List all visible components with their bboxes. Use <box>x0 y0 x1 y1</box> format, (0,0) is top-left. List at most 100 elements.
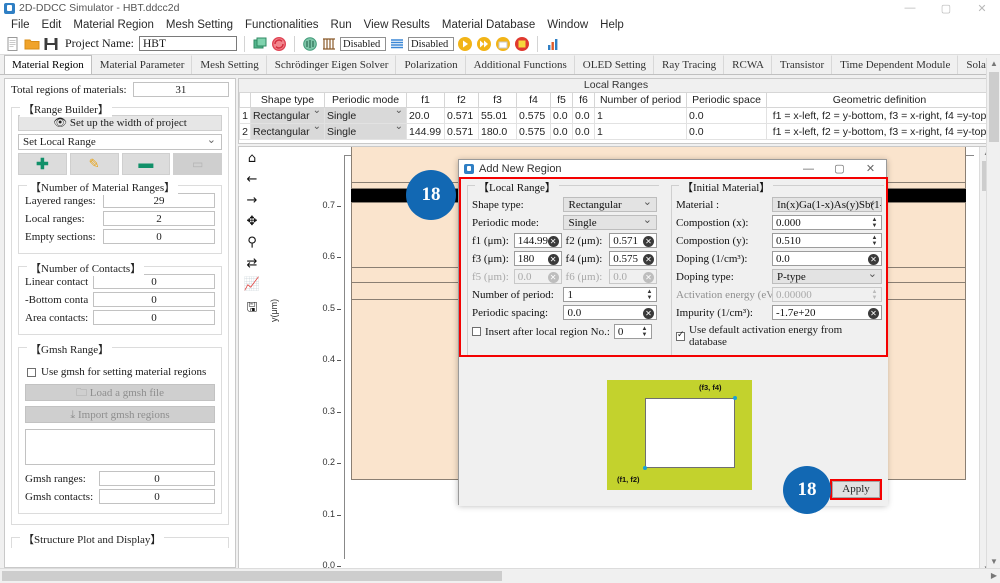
doping-input[interactable]: 0.0 ✕ <box>772 251 882 266</box>
tab-rcwa[interactable]: RCWA <box>724 55 772 74</box>
spinner-icon[interactable]: ▲ ▼ <box>869 234 880 247</box>
table-row[interactable]: 1 Rectangular Single 20.0 0.571 55.01 0.… <box>239 107 993 124</box>
number-of-period-input[interactable]: 1 ▲ ▼ <box>563 287 657 302</box>
scroll-right-icon[interactable]: ▶ <box>988 569 1000 583</box>
tab-schrodinger-eigen-solver[interactable]: Schrödinger Eigen Solver <box>267 55 397 74</box>
dialog-minimize-button[interactable]: — <box>793 160 824 177</box>
periodic-spacing-input[interactable]: 0.0 ✕ <box>563 305 657 320</box>
dialog-maximize-button[interactable]: ▢ <box>824 160 855 177</box>
tab-time-dependent-module[interactable]: Time Dependent Module <box>832 55 959 74</box>
tab-mesh-setting[interactable]: Mesh Setting <box>192 55 267 74</box>
forward-arrow-icon[interactable]: → <box>247 193 258 208</box>
insert-after-input[interactable]: 0 ▲ ▼ <box>613 324 652 339</box>
page-horizontal-scrollbar[interactable]: ◀ ▶ <box>0 568 1000 582</box>
tab-polarization[interactable]: Polarization <box>396 55 466 74</box>
menu-functionalities[interactable]: Functionalities <box>239 19 325 31</box>
table-row[interactable]: 2 Rectangular Single 144.99 0.571 180.0 … <box>239 123 993 140</box>
use-gmsh-checkbox[interactable] <box>27 367 36 377</box>
cell-f5[interactable]: 0.0 <box>550 123 573 140</box>
spinner-icon[interactable]: ▲ ▼ <box>869 216 880 229</box>
total-regions-value[interactable]: 31 <box>132 82 229 97</box>
menu-run[interactable]: Run <box>325 19 358 31</box>
area-contacts-value[interactable]: 0 <box>93 310 215 325</box>
cell-f3[interactable]: 55.01 <box>478 107 517 124</box>
insert-after-checkbox[interactable] <box>472 327 481 336</box>
cell-f5[interactable]: 0.0 <box>550 107 573 124</box>
run-batch-icon[interactable] <box>495 36 511 52</box>
scroll-thumb[interactable] <box>2 571 502 581</box>
f2-input[interactable]: 0.571 ✕ <box>609 233 657 248</box>
load-gmsh-file-button[interactable]: 🗀 Load a gmsh file <box>25 384 215 401</box>
cell-f4[interactable]: 0.575 <box>516 123 551 140</box>
back-arrow-icon[interactable]: ← <box>247 172 258 187</box>
cell-f1[interactable]: 144.99 <box>406 123 445 140</box>
clear-range-button[interactable]: ▭ <box>173 153 222 175</box>
cell-number-of-period[interactable]: 1 <box>594 123 687 140</box>
composition-x-input[interactable]: 0.000 ▲ ▼ <box>772 215 882 230</box>
menu-window[interactable]: Window <box>541 19 594 31</box>
menu-edit[interactable]: Edit <box>36 19 68 31</box>
menu-mesh-setting[interactable]: Mesh Setting <box>160 19 239 31</box>
tab-transistor[interactable]: Transistor <box>772 55 833 74</box>
bottom-contact-value[interactable]: 0 <box>93 292 215 307</box>
cell-periodic-space[interactable]: 0.0 <box>686 123 767 140</box>
run-fast-icon[interactable] <box>476 36 492 52</box>
results-chart-icon[interactable] <box>545 36 561 52</box>
doping-type-combo[interactable]: P-type <box>772 269 882 284</box>
impurity-input[interactable]: -1.7e+20 ✕ <box>772 305 882 320</box>
cell-periodic-mode[interactable]: Single <box>324 107 407 124</box>
menu-material-region[interactable]: Material Region <box>67 19 160 31</box>
tab-material-parameter[interactable]: Material Parameter <box>92 55 193 74</box>
shape-type-combo[interactable]: Rectangular <box>563 197 657 212</box>
composition-y-input[interactable]: 0.510 ▲ ▼ <box>772 233 882 248</box>
new-document-icon[interactable] <box>5 36 21 52</box>
spinner-icon[interactable]: ▲ ▼ <box>644 288 655 301</box>
save-figure-icon[interactable]: 🖫 <box>246 298 257 320</box>
home-icon[interactable]: ⌂ <box>248 151 256 166</box>
zoom-magnifier-icon[interactable]: ⚲ <box>247 235 257 250</box>
import-gmsh-regions-button[interactable]: ⤓ Import gmsh regions <box>25 406 215 423</box>
gmsh-contacts-value[interactable]: 0 <box>99 489 215 504</box>
close-button[interactable]: ✕ <box>964 0 1000 16</box>
save-icon[interactable] <box>43 36 59 52</box>
cell-f2[interactable]: 0.571 <box>444 107 479 124</box>
f1-input[interactable]: 144.99 ✕ <box>513 233 562 248</box>
spinner-icon[interactable]: ▲ ▼ <box>639 325 650 338</box>
grid-icon[interactable] <box>321 36 337 52</box>
dialog-close-button[interactable]: ✕ <box>855 160 886 177</box>
configure-subplots-icon[interactable]: ⇄ <box>247 256 258 271</box>
edit-axis-icon[interactable]: 📈 <box>244 277 260 292</box>
clear-icon[interactable]: ✕ <box>868 253 879 265</box>
layered-ranges-value[interactable]: 29 <box>103 193 215 208</box>
lines-icon[interactable] <box>389 36 405 52</box>
cell-shape-type[interactable]: Rectangular <box>250 123 325 140</box>
clear-icon[interactable]: ✕ <box>643 307 654 319</box>
clear-icon[interactable]: ✕ <box>643 235 654 247</box>
f4-input[interactable]: 0.575 ✕ <box>609 251 657 266</box>
clear-icon[interactable]: ✕ <box>868 307 879 319</box>
cell-f4[interactable]: 0.575 <box>516 107 551 124</box>
page-vertical-scrollbar[interactable]: ▲ ▼ <box>986 58 1000 568</box>
scroll-down-icon[interactable]: ▼ <box>987 556 1000 568</box>
cell-periodic-space[interactable]: 0.0 <box>686 107 767 124</box>
tab-additional-functions[interactable]: Additional Functions <box>466 55 575 74</box>
cell-f1[interactable]: 20.0 <box>406 107 445 124</box>
cell-periodic-mode[interactable]: Single <box>324 123 407 140</box>
cell-f6[interactable]: 0.0 <box>572 123 595 140</box>
local-ranges-value[interactable]: 2 <box>103 211 215 226</box>
menu-view-results[interactable]: View Results <box>358 19 436 31</box>
use-gmsh-checkbox-row[interactable]: Use gmsh for setting material regions <box>27 366 213 378</box>
reload-icon[interactable] <box>271 36 287 52</box>
clear-icon[interactable]: ✕ <box>643 253 654 265</box>
edit-range-button[interactable]: ✎ <box>69 153 119 175</box>
refresh-structure-icon[interactable] <box>252 36 268 52</box>
mesh-icon[interactable] <box>302 36 318 52</box>
pan-move-icon[interactable]: ✥ <box>247 214 258 229</box>
setup-width-button[interactable]: 👁 Set up the width of project <box>18 115 222 131</box>
remove-range-button[interactable]: ▬ <box>121 153 171 175</box>
menu-file[interactable]: File <box>5 19 36 31</box>
project-name-input[interactable]: HBT <box>138 36 237 51</box>
gmsh-file-list[interactable] <box>25 429 215 465</box>
cell-number-of-period[interactable]: 1 <box>594 107 687 124</box>
add-range-button[interactable]: ✚ <box>18 153 67 175</box>
